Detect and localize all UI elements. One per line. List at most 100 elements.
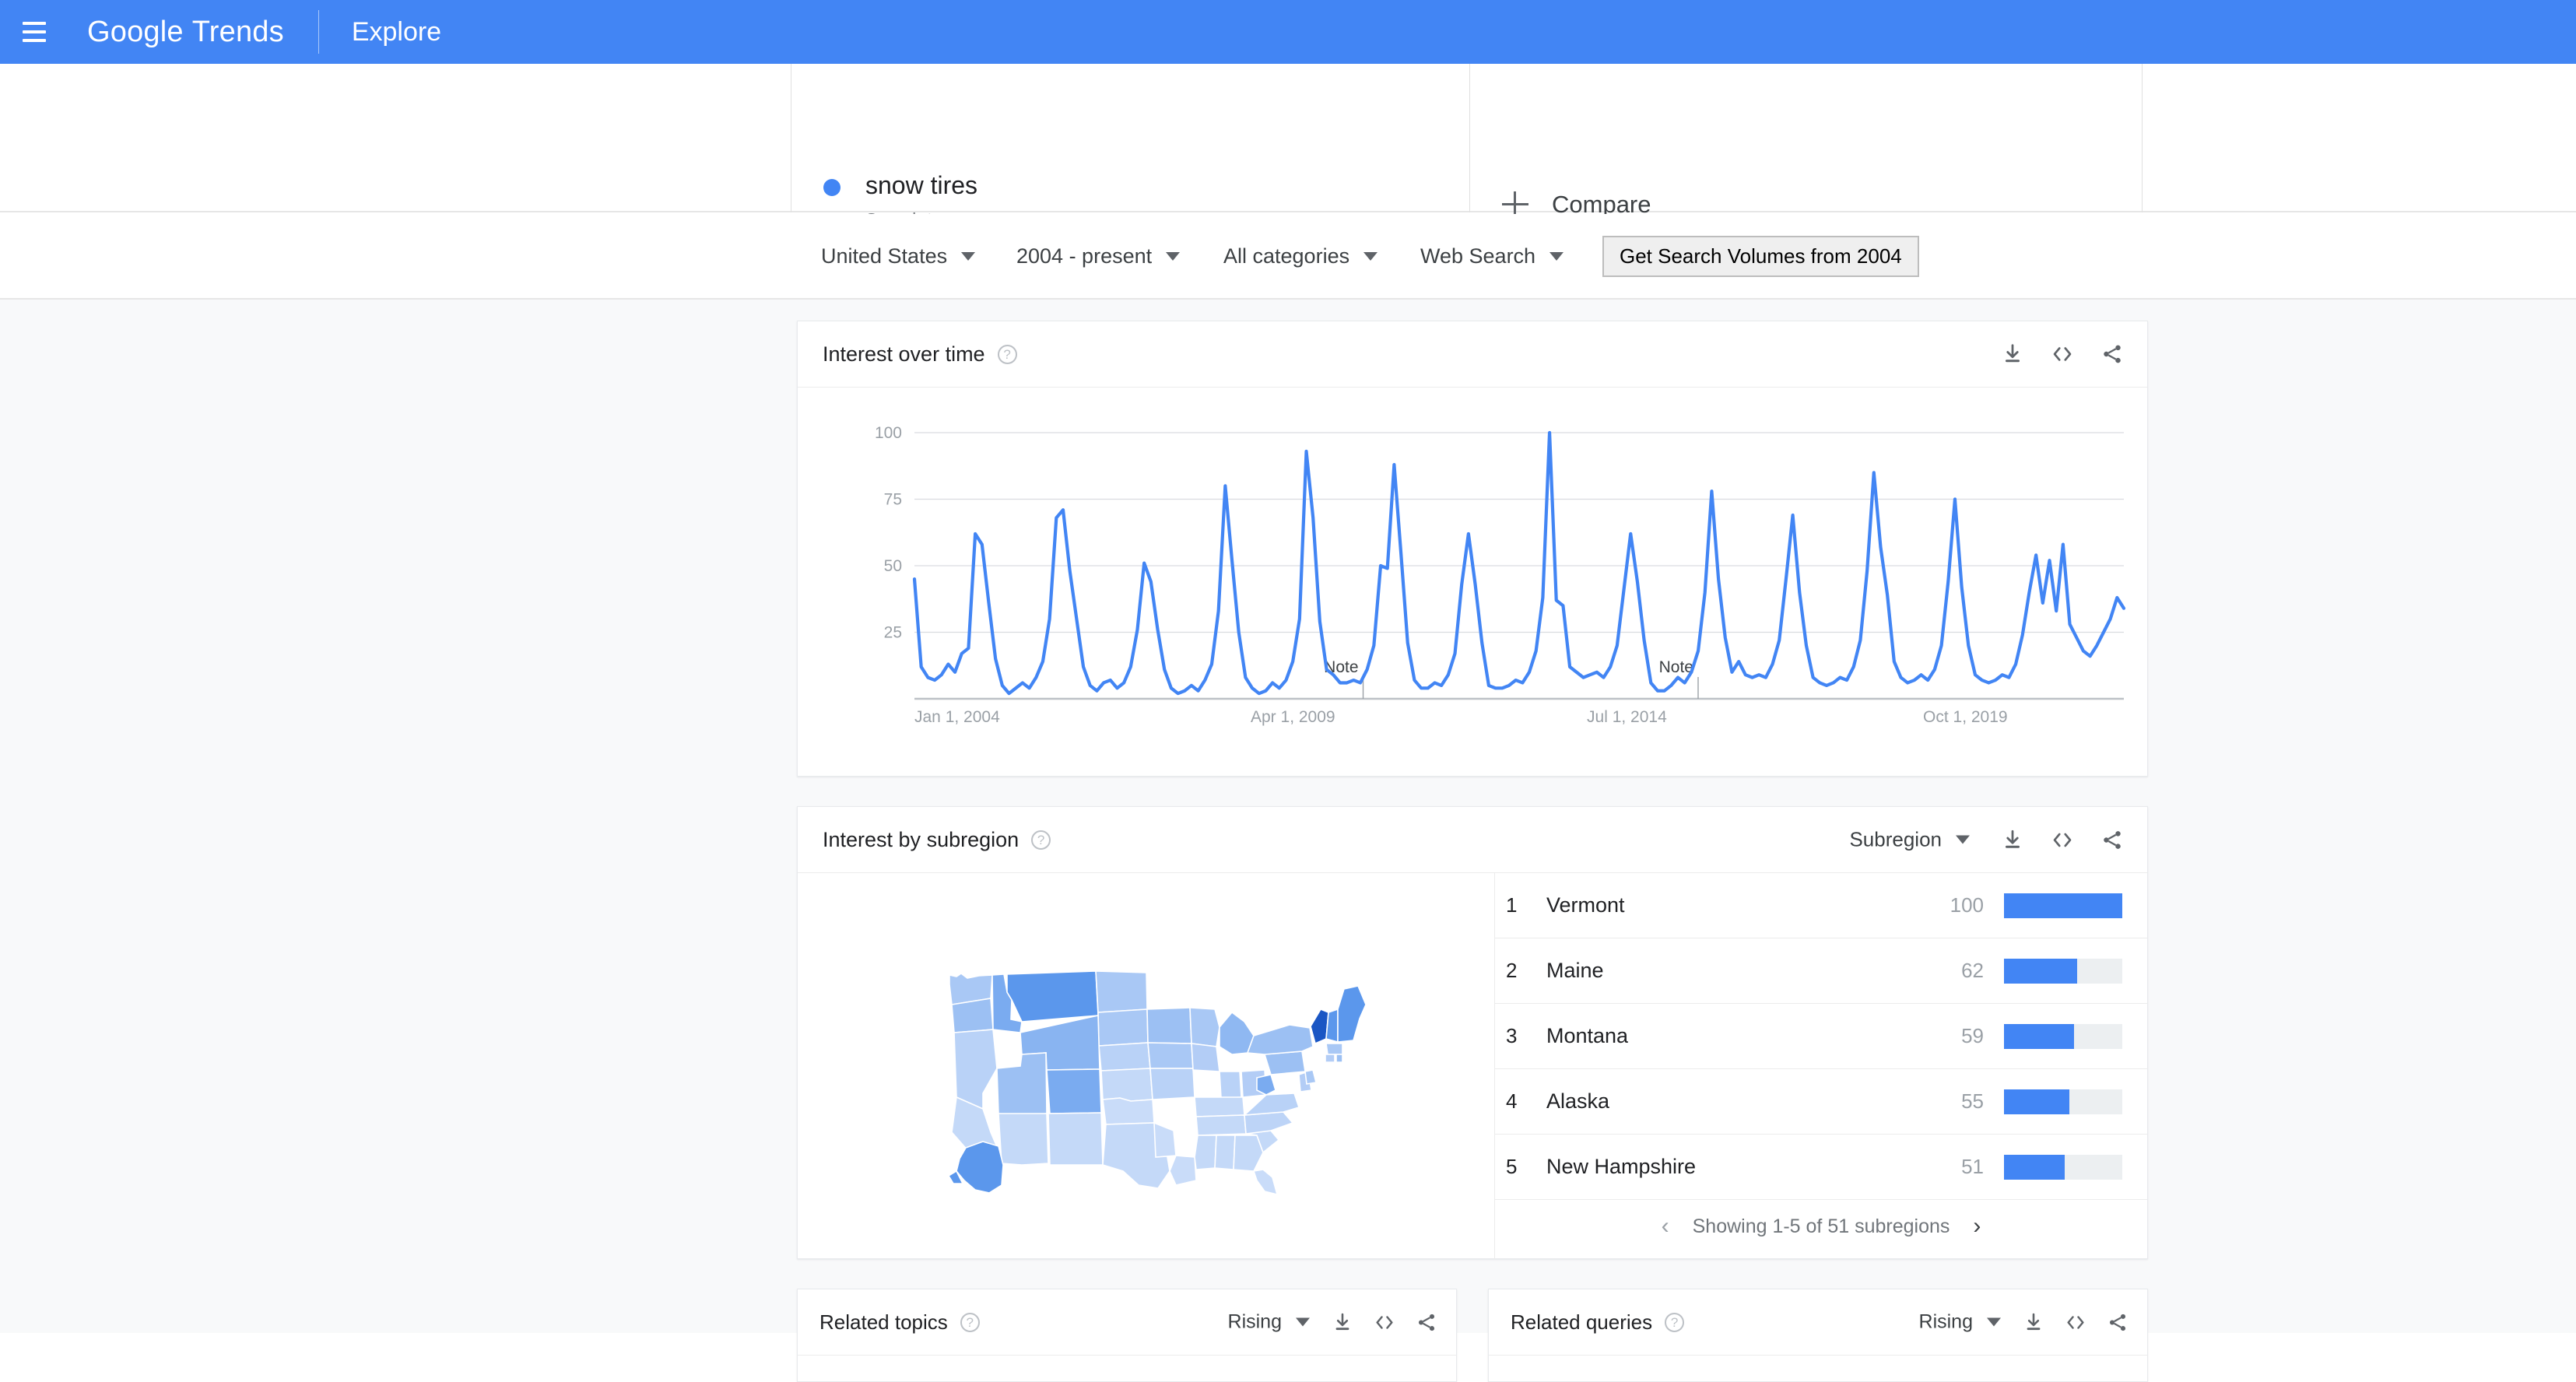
state-missouri — [1149, 1068, 1195, 1100]
subregion-body: 1 Vermont 100 2 Maine 62 3 Montana 59 4 Alaska 55 5 N… — [798, 873, 2147, 1259]
chevron-down-icon — [1549, 251, 1564, 261]
subregion-value: 55 — [1961, 1089, 1984, 1113]
interest-over-time-chart[interactable]: 25 50 75 100 Note Note Jan 1, 2004 Apr 1, 2009 J… — [798, 388, 2147, 777]
filter-bar: United States 2004 - present All categor… — [0, 214, 2576, 300]
share-icon[interactable] — [2100, 342, 2124, 366]
related-queries-actions: Rising — [1919, 1311, 2129, 1334]
help-icon[interactable]: ? — [1665, 1312, 1685, 1332]
search-type-filter[interactable]: Web Search — [1420, 244, 1564, 268]
state-nevada — [953, 1029, 998, 1110]
state-colorado — [1045, 1068, 1102, 1114]
download-icon[interactable] — [2001, 828, 2024, 851]
time-series-svg: 255075100Note NoteJan 1, 2004 Apr 1, 2009 J… — [875, 424, 2126, 726]
subregion-row[interactable]: 1 Vermont 100 — [1495, 873, 2147, 938]
y-axis-tick-label: 100 — [875, 424, 902, 442]
term-row-divider-mid — [1469, 64, 1470, 212]
subregion-rank: 4 — [1506, 1089, 1518, 1113]
time-range-filter[interactable]: 2004 - present — [1016, 244, 1181, 268]
share-icon[interactable] — [1416, 1311, 1437, 1333]
hamburger-bar — [23, 30, 46, 33]
brand-google-text: Google — [87, 15, 184, 48]
subregion-bar-track — [2004, 1023, 2122, 1049]
interest-by-subregion-actions: Subregion — [1849, 828, 2124, 852]
subregion-rank: 3 — [1506, 1024, 1518, 1047]
us-choropleth-map[interactable] — [798, 873, 1495, 1259]
subregion-row[interactable]: 2 Maine 62 — [1495, 938, 2147, 1004]
subregion-bar-fill — [2004, 1023, 2074, 1049]
hamburger-bar — [23, 39, 46, 42]
state-north-dakota — [1094, 970, 1148, 1013]
state-south-dakota — [1097, 1008, 1149, 1047]
subregion-name: Maine — [1546, 959, 1604, 982]
brand-trends-text: Trends — [191, 15, 284, 48]
subregion-level-label: Subregion — [1849, 827, 1942, 851]
subregion-row[interactable]: 5 New Hampshire 51 — [1495, 1135, 2147, 1200]
app-bar: Google Trends Explore — [0, 0, 2576, 64]
subregion-value: 59 — [1961, 1024, 1984, 1047]
subregion-rank: 2 — [1506, 959, 1518, 982]
state-florida — [1252, 1169, 1278, 1194]
subregion-row[interactable]: 3 Montana 59 — [1495, 1004, 2147, 1069]
chart-note-annotation[interactable]: Note — [1659, 658, 1693, 676]
state-oregon — [950, 998, 994, 1033]
state-nebraska — [1097, 1042, 1151, 1072]
download-icon[interactable] — [2023, 1311, 2044, 1333]
category-filter-label: All categories — [1223, 244, 1350, 268]
embed-icon[interactable] — [2065, 1311, 2086, 1333]
subregion-bar-track — [2004, 1154, 2122, 1180]
subregion-name: Vermont — [1546, 893, 1625, 917]
subregion-bar-track — [2004, 1089, 2122, 1114]
state-maine — [1336, 985, 1367, 1043]
x-axis-tick-label: Jul 1, 2014 — [1587, 708, 1667, 726]
embed-icon[interactable] — [1374, 1311, 1395, 1333]
subregion-row[interactable]: 4 Alaska 55 — [1495, 1069, 2147, 1135]
brand-logo[interactable]: Google Trends — [87, 16, 284, 49]
subregion-bar-fill — [2004, 893, 2122, 918]
subregion-level-select[interactable]: Subregion — [1849, 828, 1970, 852]
get-search-volumes-button[interactable]: Get Search Volumes from 2004 — [1602, 235, 1919, 277]
state-iowa — [1146, 1042, 1194, 1069]
help-icon[interactable]: ? — [1031, 830, 1051, 850]
subregion-rank-list: 1 Vermont 100 2 Maine 62 3 Montana 59 4 Alaska 55 5 N… — [1495, 873, 2147, 1259]
embed-icon[interactable] — [2051, 828, 2074, 851]
share-icon[interactable] — [2107, 1311, 2129, 1333]
category-filter[interactable]: All categories — [1223, 244, 1378, 268]
download-icon[interactable] — [2001, 342, 2024, 366]
location-filter[interactable]: United States — [821, 244, 976, 268]
state-kentucky — [1193, 1096, 1245, 1117]
related-topics-card: Related topics ? Rising — [797, 1289, 1457, 1382]
chevron-down-icon — [1166, 251, 1181, 261]
help-icon[interactable]: ? — [997, 344, 1017, 364]
x-axis-tick-label: Apr 1, 2009 — [1251, 708, 1335, 726]
share-icon[interactable] — [2100, 828, 2124, 851]
interest-over-time-actions — [2001, 342, 2124, 366]
related-topics-actions: Rising — [1228, 1311, 1437, 1334]
subregion-bar-fill — [2004, 1154, 2065, 1180]
related-topics-sort-select[interactable]: Rising — [1228, 1311, 1310, 1334]
help-icon[interactable]: ? — [960, 1312, 980, 1332]
hamburger-menu-icon[interactable] — [17, 15, 51, 49]
chevron-right-icon[interactable]: › — [1973, 1215, 1981, 1238]
subregion-rank: 5 — [1506, 1155, 1518, 1178]
download-icon[interactable] — [1332, 1311, 1353, 1333]
related-topics-header: Related topics ? Rising — [798, 1289, 1456, 1356]
state-minnesota — [1146, 1007, 1192, 1044]
chevron-down-icon — [1987, 1317, 2001, 1327]
state-new-jersey — [1304, 1069, 1317, 1085]
state-louisiana — [1168, 1155, 1197, 1186]
embed-icon[interactable] — [2051, 342, 2074, 366]
subregion-value: 62 — [1961, 959, 1984, 982]
related-queries-sort-label: Rising — [1918, 1310, 1973, 1333]
interest-by-subregion-title: Interest by subregion — [823, 827, 1020, 851]
interest-by-subregion-header: Interest by subregion ? Subregion — [798, 807, 2147, 873]
subregion-rank: 1 — [1506, 893, 1518, 917]
state-wisconsin — [1188, 1007, 1220, 1047]
related-queries-card: Related queries ? Rising — [1488, 1289, 2148, 1382]
related-queries-sort-select[interactable]: Rising — [1919, 1311, 2001, 1334]
chevron-left-icon[interactable]: ‹ — [1662, 1215, 1669, 1238]
state-alabama — [1213, 1135, 1236, 1170]
interest-over-time-card: Interest over time ? 25 50 75 100 Note Note Ja… — [797, 321, 2148, 777]
x-axis-tick-label: Jan 1, 2004 — [914, 708, 1000, 726]
explore-nav-item[interactable]: Explore — [352, 17, 441, 47]
related-topics-sort-label: Rising — [1227, 1310, 1282, 1333]
